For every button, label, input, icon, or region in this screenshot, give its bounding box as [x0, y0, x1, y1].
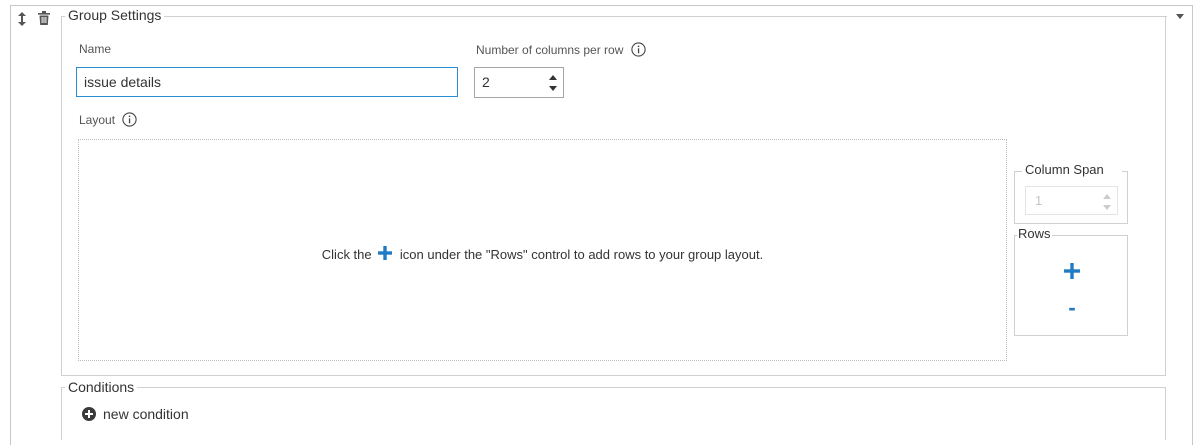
new-condition-label: new condition — [103, 406, 189, 422]
plus-circle-icon — [82, 407, 96, 421]
conditions-fieldset: Conditions — [61, 379, 1166, 440]
stepper-down-icon — [1103, 205, 1111, 210]
name-label: Name — [79, 42, 111, 56]
rows-legend: Rows — [1017, 226, 1052, 242]
stepper-up-icon[interactable] — [549, 75, 557, 81]
name-input[interactable] — [76, 67, 458, 97]
layout-message-suffix: icon under the "Rows" control to add row… — [399, 247, 764, 262]
stepper-up-icon — [1103, 194, 1111, 199]
collapse-caret-icon[interactable] — [1176, 14, 1184, 20]
columns-stepper[interactable]: 2 — [474, 67, 564, 98]
info-icon[interactable] — [631, 42, 646, 57]
drag-handle-icon[interactable] — [17, 12, 27, 26]
column-span-value: 1 — [1035, 193, 1043, 208]
info-icon[interactable] — [122, 112, 138, 127]
layout-label: Layout — [79, 112, 138, 127]
layout-message-prefix: Click the — [321, 247, 372, 262]
name-label-text: Name — [79, 42, 112, 56]
rows-fieldset: Rows - — [1014, 226, 1128, 336]
layout-canvas: Click the icon under the "Rows" control … — [78, 139, 1007, 361]
columns-label: Number of columns per row — [476, 42, 646, 57]
columns-value: 2 — [482, 74, 490, 90]
layout-label-text: Layout — [79, 113, 116, 127]
group-settings-legend: Group Settings — [65, 7, 165, 23]
trash-icon[interactable] — [38, 11, 50, 25]
stepper-down-icon[interactable] — [549, 86, 557, 92]
remove-row-button[interactable]: - — [1061, 297, 1083, 319]
new-condition-button[interactable]: new condition — [82, 406, 189, 422]
plus-icon — [378, 246, 393, 260]
layout-empty-message: Click the icon under the "Rows" control … — [79, 246, 1006, 262]
add-row-button[interactable] — [1064, 263, 1080, 279]
columns-label-text: Number of columns per row — [476, 43, 624, 57]
column-span-stepper: 1 — [1025, 186, 1118, 215]
conditions-legend: Conditions — [65, 379, 138, 395]
column-span-fieldset: Column Span 1 — [1014, 162, 1128, 224]
column-span-legend: Column Span — [1023, 162, 1106, 178]
